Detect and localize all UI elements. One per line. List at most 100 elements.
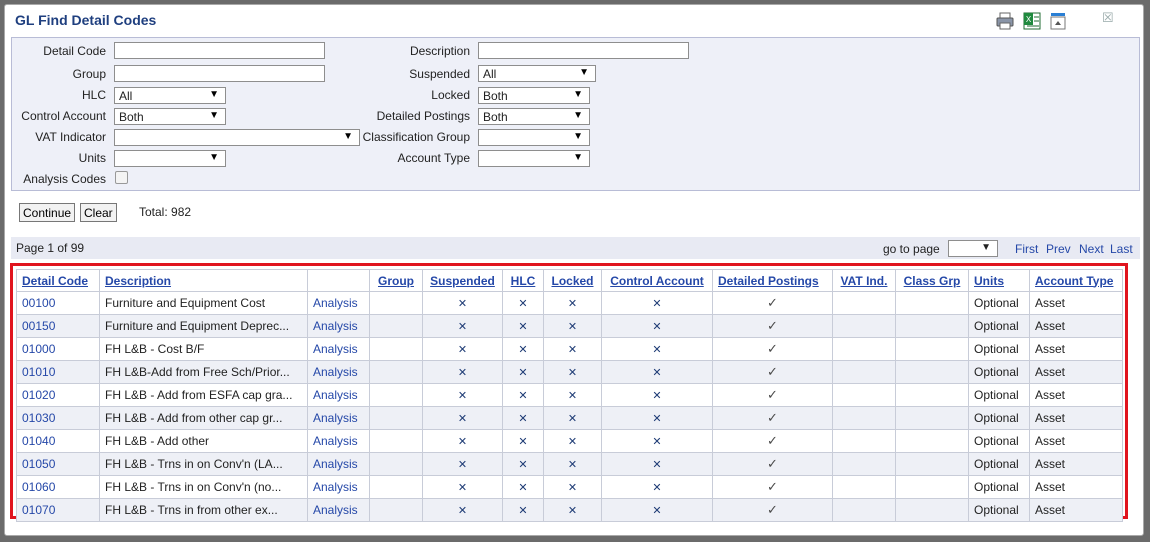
analysis-codes-checkbox[interactable] xyxy=(115,171,128,184)
header-col-suspended[interactable]: Suspended xyxy=(422,269,503,292)
analysis-link[interactable]: Analysis xyxy=(307,452,370,476)
table-row[interactable]: 01050 FH L&B - Trns in on Conv'n (LA... An… xyxy=(16,452,1123,476)
analysis-link[interactable]: Analysis xyxy=(307,498,370,522)
hlc-select[interactable]: All ▼ xyxy=(114,87,226,104)
suspended-cross-icon: ✕ xyxy=(422,337,503,361)
detail-code-link[interactable]: 01040 xyxy=(16,429,100,453)
control-account-cross-icon: ✕ xyxy=(601,475,713,499)
results-table: Detail Code Description Group Suspended HLC L… xyxy=(16,269,1123,522)
detailed-postings-check-icon: ✓ xyxy=(712,452,833,476)
detail-code-input[interactable] xyxy=(114,42,325,59)
detail-code-link[interactable]: 01000 xyxy=(16,337,100,361)
last-page-link[interactable]: Last xyxy=(1110,242,1133,256)
detail-code-link[interactable]: 01060 xyxy=(16,475,100,499)
header-col-detailed-postings[interactable]: Detailed Postings xyxy=(712,269,833,292)
hlc-cross-icon: ✕ xyxy=(502,291,544,315)
table-row[interactable]: 01060 FH L&B - Trns in on Conv'n (no... An… xyxy=(16,475,1123,499)
group-input[interactable] xyxy=(114,65,325,82)
header-col-group[interactable]: Group xyxy=(369,269,423,292)
description-cell: FH L&B - Trns in from other ex... xyxy=(99,498,308,522)
table-row[interactable]: 00100 Furniture and Equipment Cost Analysi… xyxy=(16,291,1123,315)
detail-code-link[interactable]: 01070 xyxy=(16,498,100,522)
header-col-description[interactable]: Description xyxy=(99,269,308,292)
analysis-link[interactable]: Analysis xyxy=(307,360,370,384)
chevron-down-icon: ▼ xyxy=(981,242,991,253)
table-row[interactable]: 01040 FH L&B - Add other Analysis ✕ ✕ ✕ ✕ ✓ Opti… xyxy=(16,429,1123,453)
table-row[interactable]: 01020 FH L&B - Add from ESFA cap gra... An… xyxy=(16,383,1123,407)
table-row[interactable]: 01030 FH L&B - Add from other cap gr... An… xyxy=(16,406,1123,430)
control-account-cross-icon: ✕ xyxy=(601,337,713,361)
clear-button[interactable]: Clear xyxy=(80,203,117,222)
group-cell xyxy=(369,291,423,315)
detail-code-link[interactable]: 01030 xyxy=(16,406,100,430)
detail-code-link[interactable]: 00150 xyxy=(16,314,100,338)
suspended-select[interactable]: All ▼ xyxy=(478,65,596,82)
analysis-link[interactable]: Analysis xyxy=(307,429,370,453)
dialog-title: GL Find Detail Codes xyxy=(15,12,157,28)
analysis-link[interactable]: Analysis xyxy=(307,291,370,315)
detail-code-link[interactable]: 01050 xyxy=(16,452,100,476)
header-col-units[interactable]: Units xyxy=(968,269,1030,292)
detail-code-link[interactable]: 01020 xyxy=(16,383,100,407)
first-page-link[interactable]: First xyxy=(1015,242,1038,256)
detail-code-link[interactable]: 00100 xyxy=(16,291,100,315)
table-row[interactable]: 01000 FH L&B - Cost B/F Analysis ✕ ✕ ✕ ✕ ✓ Optio… xyxy=(16,337,1123,361)
analysis-link[interactable]: Analysis xyxy=(307,337,370,361)
analysis-link[interactable]: Analysis xyxy=(307,406,370,430)
page-indicator: Page 1 of 99 xyxy=(16,241,85,255)
group-cell xyxy=(369,383,423,407)
header-col-hlc[interactable]: HLC xyxy=(502,269,544,292)
suspended-label: Suspended xyxy=(409,67,470,81)
header-col-locked[interactable]: Locked xyxy=(543,269,602,292)
table-row[interactable]: 01010 FH L&B-Add from Free Sch/Prior... An… xyxy=(16,360,1123,384)
control-account-select[interactable]: Both ▼ xyxy=(114,108,226,125)
next-page-link[interactable]: Next xyxy=(1079,242,1104,256)
account-type-cell: Asset xyxy=(1029,291,1123,315)
chevron-down-icon: ▼ xyxy=(579,67,589,78)
table-row[interactable]: 01070 FH L&B - Trns in from other ex... An… xyxy=(16,498,1123,522)
control-account-cross-icon: ✕ xyxy=(601,452,713,476)
account-type-select[interactable]: ▼ xyxy=(478,150,590,167)
chevron-down-icon: ▼ xyxy=(573,110,583,121)
total-count: Total: 982 xyxy=(139,205,192,219)
continue-button[interactable]: Continue xyxy=(19,203,76,222)
chevron-down-icon: ▼ xyxy=(209,89,219,100)
detailed-postings-select[interactable]: Both ▼ xyxy=(478,108,590,125)
header-col-vat-ind[interactable]: VAT Ind. xyxy=(832,269,896,292)
control-account-cross-icon: ✕ xyxy=(601,383,713,407)
header-col-account-type[interactable]: Account Type xyxy=(1029,269,1123,292)
prev-page-link[interactable]: Prev xyxy=(1046,242,1071,256)
header-col-control-account[interactable]: Control Account xyxy=(601,269,713,292)
header-col-detail-code[interactable]: Detail Code xyxy=(16,269,100,292)
class-grp-cell xyxy=(895,429,969,453)
excel-export-icon[interactable]: X xyxy=(1022,11,1042,31)
locked-cross-icon: ✕ xyxy=(543,429,602,453)
vat-ind-cell xyxy=(832,452,896,476)
detail-code-link[interactable]: 01010 xyxy=(16,360,100,384)
vat-ind-cell xyxy=(832,337,896,361)
suspended-cross-icon: ✕ xyxy=(422,452,503,476)
analysis-link[interactable]: Analysis xyxy=(307,475,370,499)
group-cell xyxy=(369,314,423,338)
account-type-cell: Asset xyxy=(1029,360,1123,384)
analysis-link[interactable]: Analysis xyxy=(307,383,370,407)
close-icon[interactable]: ☒ xyxy=(1102,10,1114,26)
control-account-cross-icon: ✕ xyxy=(601,429,713,453)
description-cell: FH L&B - Add from other cap gr... xyxy=(99,406,308,430)
goto-page-select[interactable]: ▼ xyxy=(948,240,998,257)
table-row[interactable]: 00150 Furniture and Equipment Deprec... An… xyxy=(16,314,1123,338)
printer-icon[interactable] xyxy=(995,11,1015,31)
control-account-label: Control Account xyxy=(21,109,106,123)
locked-select[interactable]: Both ▼ xyxy=(478,87,590,104)
header-col-class-grp[interactable]: Class Grp xyxy=(895,269,969,292)
classification-group-select[interactable]: ▼ xyxy=(478,129,590,146)
units-cell: Optional xyxy=(968,498,1030,522)
analysis-link[interactable]: Analysis xyxy=(307,314,370,338)
detailed-postings-check-icon: ✓ xyxy=(712,314,833,338)
suspended-cross-icon: ✕ xyxy=(422,291,503,315)
description-input[interactable] xyxy=(478,42,689,59)
title-bar: GL Find Detail Codes X ☒ xyxy=(5,5,1143,37)
collapse-panel-icon[interactable] xyxy=(1048,11,1068,31)
units-select[interactable]: ▼ xyxy=(114,150,226,167)
vat-indicator-select[interactable]: ▼ xyxy=(114,129,360,146)
